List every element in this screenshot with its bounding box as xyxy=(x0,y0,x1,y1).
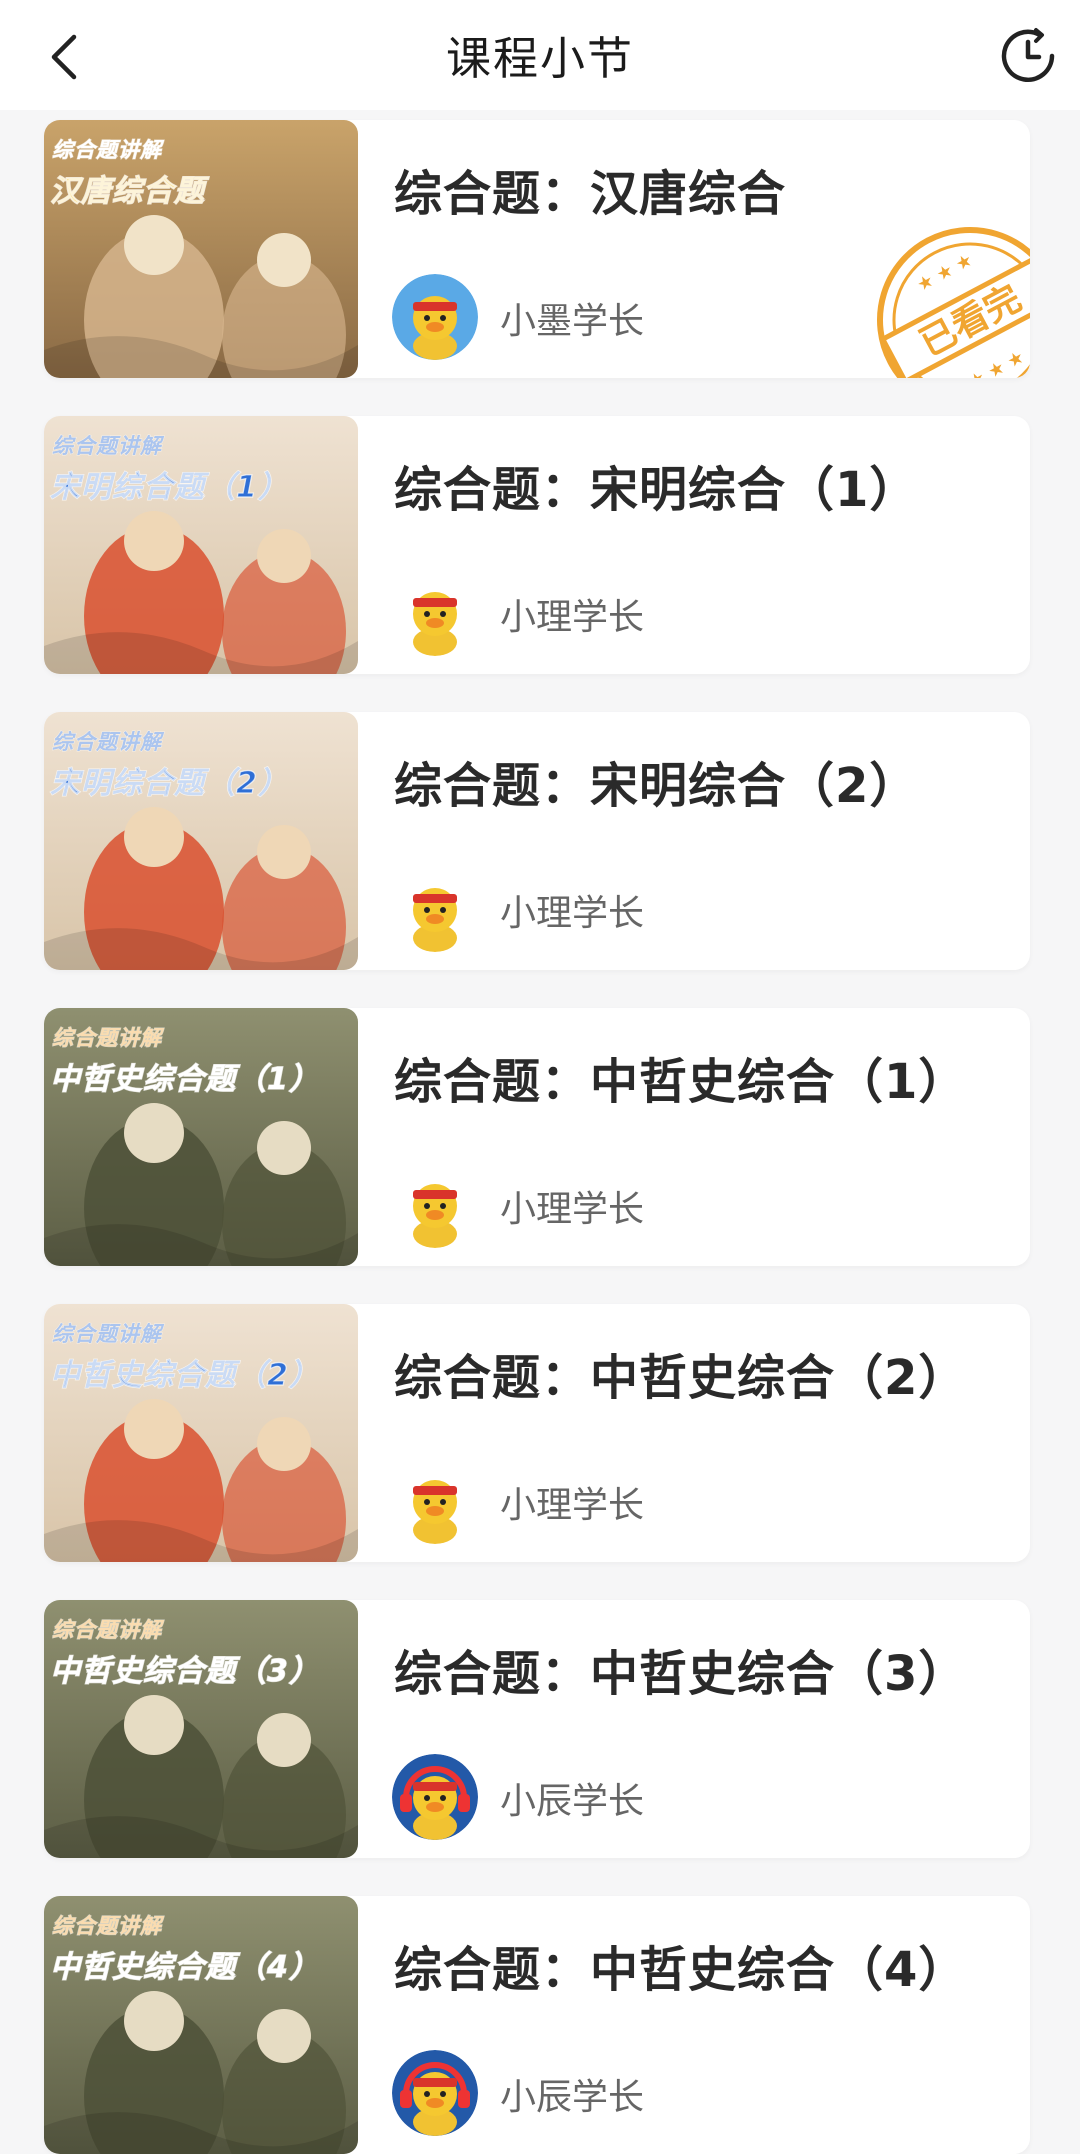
course-thumbnail[interactable]: 综合题讲解宋明综合题（1） xyxy=(44,416,358,674)
page-title: 课程小节 xyxy=(445,32,634,85)
course-card[interactable]: 综合题讲解中哲史综合题（2） 综合题：中哲史综合（2） 小理学长 xyxy=(44,1304,1030,1562)
author-name: 小辰学长 xyxy=(500,2077,645,2118)
course-title: 综合题：中哲史综合（2） xyxy=(394,1350,968,1406)
course-card[interactable]: 综合题讲解宋明综合题（2） 综合题：宋明综合（2） 小理学长 xyxy=(44,712,1030,970)
thumbnail-title: 中哲史综合题（1） xyxy=(49,1061,320,1097)
author-name: 小理学长 xyxy=(500,893,645,934)
course-thumbnail[interactable]: 综合题讲解中哲史综合题（1） xyxy=(44,1008,358,1266)
course-card[interactable]: 综合题讲解中哲史综合题（4） 综合题：中哲史综合（4） 小辰学长 xyxy=(44,1896,1030,2154)
author-avatar xyxy=(392,274,478,360)
thumbnail-tag: 综合题讲解 xyxy=(52,434,162,459)
course-card[interactable]: 综合题讲解宋明综合题（1） 综合题：宋明综合（1） 小理学长 xyxy=(44,416,1030,674)
top-bar: 课程小节 xyxy=(0,0,1080,110)
course-title: 综合题：宋明综合（1） xyxy=(394,462,919,518)
svg-text:★ ★ ★: ★ ★ ★ xyxy=(914,249,977,296)
course-card[interactable]: 综合题讲解中哲史综合题（3） 综合题：中哲史综合（3） 小辰学长 xyxy=(44,1600,1030,1858)
author-avatar xyxy=(392,1754,478,1840)
thumbnail-title: 中哲史综合题（2） xyxy=(49,1357,320,1393)
thumbnail-title: 中哲史综合题（3） xyxy=(49,1653,320,1689)
author-name: 小理学长 xyxy=(500,1485,645,1526)
course-title: 综合题：中哲史综合（3） xyxy=(394,1646,968,1702)
thumbnail-title: 汉唐综合题 xyxy=(49,173,205,209)
thumbnail-tag: 综合题讲解 xyxy=(52,1618,162,1643)
thumbnail-tag: 综合题讲解 xyxy=(52,730,162,755)
author-name: 小墨学长 xyxy=(500,301,645,342)
clock-icon[interactable] xyxy=(996,24,1060,88)
course-title: 综合题：汉唐综合 xyxy=(394,166,787,222)
thumbnail-tag: 综合题讲解 xyxy=(52,138,162,163)
thumbnail-tag: 综合题讲解 xyxy=(52,1914,162,1939)
thumbnail-title: 宋明综合题（2） xyxy=(49,765,289,801)
watched-stamp: 已看完 ★ ★ ★ ★ ★ ★ xyxy=(870,220,1030,378)
author-avatar xyxy=(392,570,478,656)
author-avatar xyxy=(392,1162,478,1248)
svg-text:★ ★ ★: ★ ★ ★ xyxy=(965,347,1028,378)
course-title: 综合题：中哲史综合（4） xyxy=(394,1942,968,1998)
course-thumbnail[interactable]: 综合题讲解宋明综合题（2） xyxy=(44,712,358,970)
thumbnail-title: 中哲史综合题（4） xyxy=(49,1949,320,1985)
course-title: 综合题：宋明综合（2） xyxy=(394,758,919,814)
course-card[interactable]: 综合题讲解 汉唐综合题 综合题：汉唐综合 小墨学长 已看完 ★ ★ ★ ★ ★ ★ xyxy=(44,120,1030,378)
author-avatar xyxy=(392,2050,478,2136)
course-card[interactable]: 综合题讲解中哲史综合题（1） 综合题：中哲史综合（1） 小理学长 xyxy=(44,1008,1030,1266)
author-name: 小理学长 xyxy=(500,1189,645,1230)
author-avatar xyxy=(392,866,478,952)
course-thumbnail[interactable]: 综合题讲解汉唐综合题 xyxy=(44,120,358,378)
author-avatar xyxy=(392,1458,478,1544)
course-title: 综合题：中哲史综合（1） xyxy=(394,1054,968,1110)
thumbnail-tag: 综合题讲解 xyxy=(52,1026,162,1051)
course-thumbnail[interactable]: 综合题讲解中哲史综合题（4） xyxy=(44,1896,358,2154)
thumbnail-tag: 综合题讲解 xyxy=(52,1322,162,1347)
course-thumbnail[interactable]: 综合题讲解中哲史综合题（2） xyxy=(44,1304,358,1562)
author-name: 小理学长 xyxy=(500,597,645,638)
course-thumbnail[interactable]: 综合题讲解中哲史综合题（3） xyxy=(44,1600,358,1858)
author-name: 小辰学长 xyxy=(500,1781,645,1822)
thumbnail-title: 宋明综合题（1） xyxy=(49,469,289,505)
